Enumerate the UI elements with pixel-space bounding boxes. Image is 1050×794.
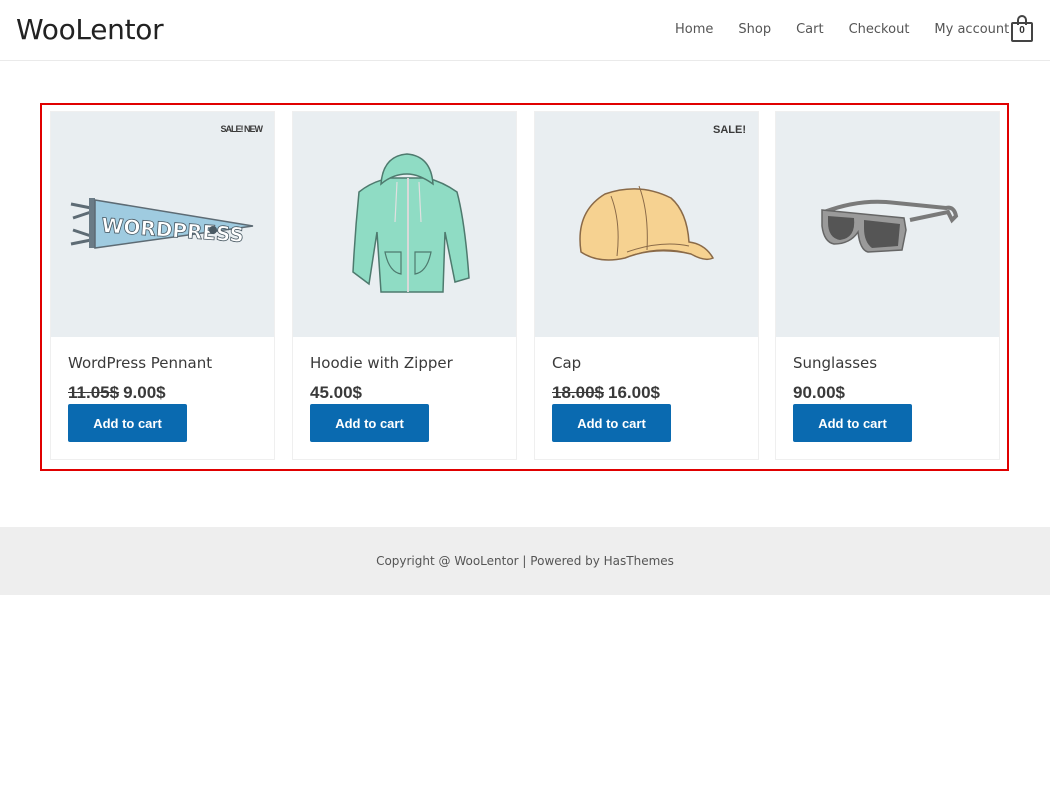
shopping-bag-icon[interactable]: 0 — [1011, 15, 1033, 42]
product-title[interactable]: Sunglasses — [793, 354, 877, 372]
product-price: 18.00$ 16.00$ — [552, 383, 660, 403]
site-footer: Copyright @ WooLentor | Powered by HasTh… — [0, 527, 1050, 595]
product-image[interactable] — [293, 112, 516, 337]
sunglasses-image — [821, 199, 959, 253]
product-price: 90.00$ — [793, 383, 845, 403]
sale-new-badge: SALE! NEW — [220, 124, 263, 134]
old-price: 11.05$ — [68, 383, 120, 402]
add-to-cart-button[interactable]: Add to cart — [793, 404, 912, 442]
regular-price: 45.00$ — [310, 383, 362, 402]
product-image[interactable]: SALE! — [535, 112, 758, 337]
add-to-cart-button[interactable]: Add to cart — [310, 404, 429, 442]
product-price: 45.00$ — [310, 383, 362, 403]
hoodie-image — [352, 153, 470, 293]
cart-count: 0 — [1019, 25, 1025, 36]
product-title[interactable]: Hoodie with Zipper — [310, 354, 453, 372]
nav-home[interactable]: Home — [675, 22, 713, 37]
add-to-cart-button[interactable]: Add to cart — [68, 404, 187, 442]
product-card: Hoodie with Zipper 45.00$ Add to cart — [292, 111, 517, 460]
product-title[interactable]: Cap — [552, 354, 581, 372]
add-to-cart-button[interactable]: Add to cart — [552, 404, 671, 442]
product-price: 11.05$ 9.00$ — [68, 383, 166, 403]
copyright-text: Copyright @ WooLentor | Powered by HasTh… — [376, 554, 674, 568]
regular-price: 90.00$ — [793, 383, 845, 402]
product-title[interactable]: WordPress Pennant — [68, 354, 212, 372]
nav-shop[interactable]: Shop — [738, 22, 771, 37]
site-title[interactable]: WooLentor — [16, 13, 164, 46]
product-image[interactable]: WORDPRESS SALE! NEW — [51, 112, 274, 337]
cap-image — [579, 185, 715, 261]
nav-cart[interactable]: Cart — [796, 22, 824, 37]
sale-badge: SALE! — [713, 124, 746, 136]
old-price: 18.00$ — [552, 383, 604, 402]
sale-price: 9.00$ — [123, 383, 166, 402]
nav-checkout[interactable]: Checkout — [849, 22, 910, 37]
main-nav: Home Shop Cart Checkout My account — [675, 22, 1034, 37]
product-card: SALE! Cap 18.00$ 16.00$ Add to cart — [534, 111, 759, 460]
nav-my-account[interactable]: My account — [934, 22, 1009, 37]
product-card: WORDPRESS SALE! NEW WordPress Pennant 11… — [50, 111, 275, 460]
product-card: Sunglasses 90.00$ Add to cart — [775, 111, 1000, 460]
pennant-image: WORDPRESS — [70, 198, 254, 249]
sale-price: 16.00$ — [608, 383, 660, 402]
product-image[interactable] — [776, 112, 999, 337]
site-header: WooLentor Home Shop Cart Checkout My acc… — [0, 0, 1050, 61]
